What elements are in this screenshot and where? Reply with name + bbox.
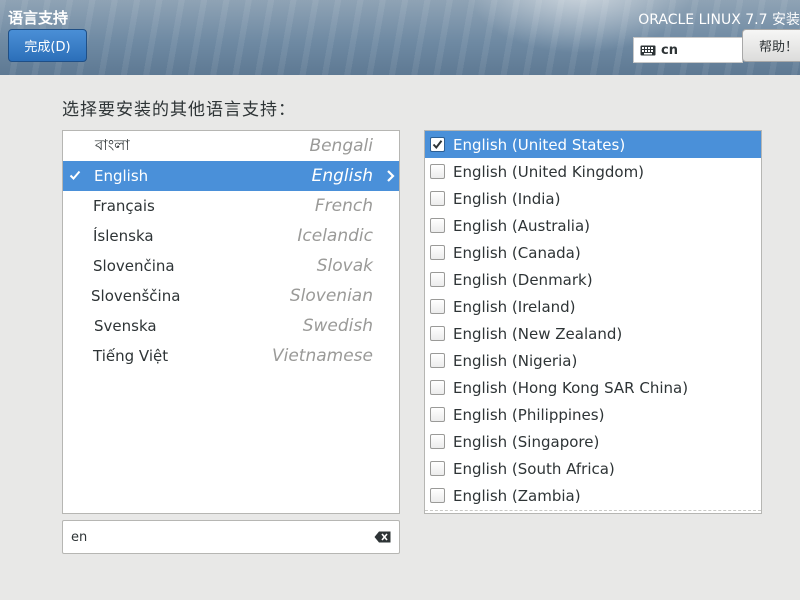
locale-checkbox[interactable] <box>430 488 445 503</box>
language-english-name: Bengali <box>309 136 373 156</box>
language-row-french[interactable]: Français French <box>63 191 399 221</box>
language-row-slovak[interactable]: Slovenčina Slovak <box>63 251 399 281</box>
language-row-swedish[interactable]: Svenska Swedish <box>63 311 399 341</box>
locale-row[interactable]: English (Ireland) <box>425 293 761 320</box>
language-english-name: English <box>311 166 373 186</box>
locale-label: English (India) <box>453 189 561 208</box>
locale-row[interactable]: English (Canada) <box>425 239 761 266</box>
locale-row[interactable]: English (Zambia) <box>425 482 761 509</box>
locale-label: English (Canada) <box>453 243 581 262</box>
locale-label: English (Australia) <box>453 216 590 235</box>
locale-label: English (Ireland) <box>453 297 576 316</box>
language-native-name: Tiếng Việt <box>93 347 169 365</box>
language-prompt: 选择要安装的其他语言支持： <box>62 100 296 120</box>
keyboard-icon <box>640 45 656 55</box>
keyboard-layout-indicator[interactable]: cn <box>633 37 743 63</box>
language-english-name: Swedish <box>302 316 373 336</box>
chevron-right-icon <box>387 170 395 182</box>
language-english-name: Vietnamese <box>271 346 373 366</box>
locale-label: English (Nigeria) <box>453 351 578 370</box>
language-native-name: Svenska <box>94 317 157 335</box>
locale-row[interactable]: English (United States) <box>425 131 761 158</box>
locale-label: English (United Kingdom) <box>453 162 645 181</box>
locale-row[interactable]: English (Denmark) <box>425 266 761 293</box>
locale-label: English (Philippines) <box>453 405 605 424</box>
language-row-bengali[interactable]: বাংলা Bengali <box>63 131 399 161</box>
language-list[interactable]: বাংলা Bengali English English Français F… <box>62 130 400 514</box>
language-native-name: বাংলা <box>95 135 130 154</box>
locale-row[interactable]: English (Singapore) <box>425 428 761 455</box>
locale-checkbox[interactable] <box>430 461 445 476</box>
locale-row[interactable]: English (India) <box>425 185 761 212</box>
language-native-name: Íslenska <box>93 227 154 245</box>
locale-list[interactable]: English (United States) English (United … <box>424 130 762 514</box>
language-row-slovenian[interactable]: Slovenščina Slovenian <box>63 281 399 311</box>
locale-row[interactable]: English (Philippines) <box>425 401 761 428</box>
locale-label: English (Zambia) <box>453 486 581 505</box>
locale-label: English (New Zealand) <box>453 324 623 343</box>
language-row-icelandic[interactable]: Íslenska Icelandic <box>63 221 399 251</box>
locale-checkbox[interactable] <box>430 380 445 395</box>
backspace-clear-icon[interactable] <box>374 531 391 543</box>
locale-row[interactable]: English (United Kingdom) <box>425 158 761 185</box>
locale-label: English (Singapore) <box>453 432 600 451</box>
keyboard-layout-label: cn <box>661 42 678 58</box>
checkmark-icon <box>432 140 443 150</box>
language-english-name: French <box>314 196 373 216</box>
locale-checkbox[interactable] <box>430 299 445 314</box>
language-native-name: Slovenčina <box>93 257 175 275</box>
locale-checkbox[interactable] <box>430 326 445 341</box>
language-search-input[interactable]: en <box>62 520 400 554</box>
page-title: 语言支持 <box>8 9 69 27</box>
locale-label: English (United States) <box>453 135 626 154</box>
locale-checkbox[interactable] <box>430 218 445 233</box>
locale-row[interactable]: English (South Africa) <box>425 455 761 482</box>
locale-checkbox[interactable] <box>430 164 445 179</box>
locale-row[interactable]: English (New Zealand) <box>425 320 761 347</box>
locale-checkbox[interactable] <box>430 353 445 368</box>
checkmark-icon <box>69 170 81 180</box>
locale-checkbox[interactable] <box>430 272 445 287</box>
language-native-name: Français <box>93 197 155 215</box>
header-bar: 语言支持 完成(D) ORACLE LINUX 7.7 安装 cn 帮助！ <box>0 0 800 75</box>
locale-checkbox[interactable] <box>430 434 445 449</box>
language-native-name: English <box>94 167 149 185</box>
language-english-name: Slovak <box>316 256 373 276</box>
locale-row[interactable]: English (Australia) <box>425 212 761 239</box>
language-english-name: Slovenian <box>289 286 373 306</box>
locale-checkbox[interactable] <box>430 191 445 206</box>
locale-checkbox[interactable] <box>430 137 445 152</box>
done-button[interactable]: 完成(D) <box>8 29 87 62</box>
locale-checkbox[interactable] <box>430 245 445 260</box>
search-input-value: en <box>71 529 88 545</box>
locale-label: English (Denmark) <box>453 270 593 289</box>
language-english-name: Icelandic <box>297 226 373 246</box>
language-native-name: Slovenščina <box>91 287 181 305</box>
language-row-english[interactable]: English English <box>63 161 399 191</box>
locale-row[interactable]: English (Nigeria) <box>425 347 761 374</box>
help-button[interactable]: 帮助！ <box>742 29 800 62</box>
locale-checkbox[interactable] <box>430 407 445 422</box>
locale-label: English (Hong Kong SAR China) <box>453 378 689 397</box>
language-row-vietnamese[interactable]: Tiếng Việt Vietnamese <box>63 341 399 371</box>
locale-row[interactable]: English (Hong Kong SAR China) <box>425 374 761 401</box>
scroll-indicator <box>425 510 761 511</box>
locale-label: English (South Africa) <box>453 459 615 478</box>
product-title: ORACLE LINUX 7.7 安装 <box>638 12 800 28</box>
